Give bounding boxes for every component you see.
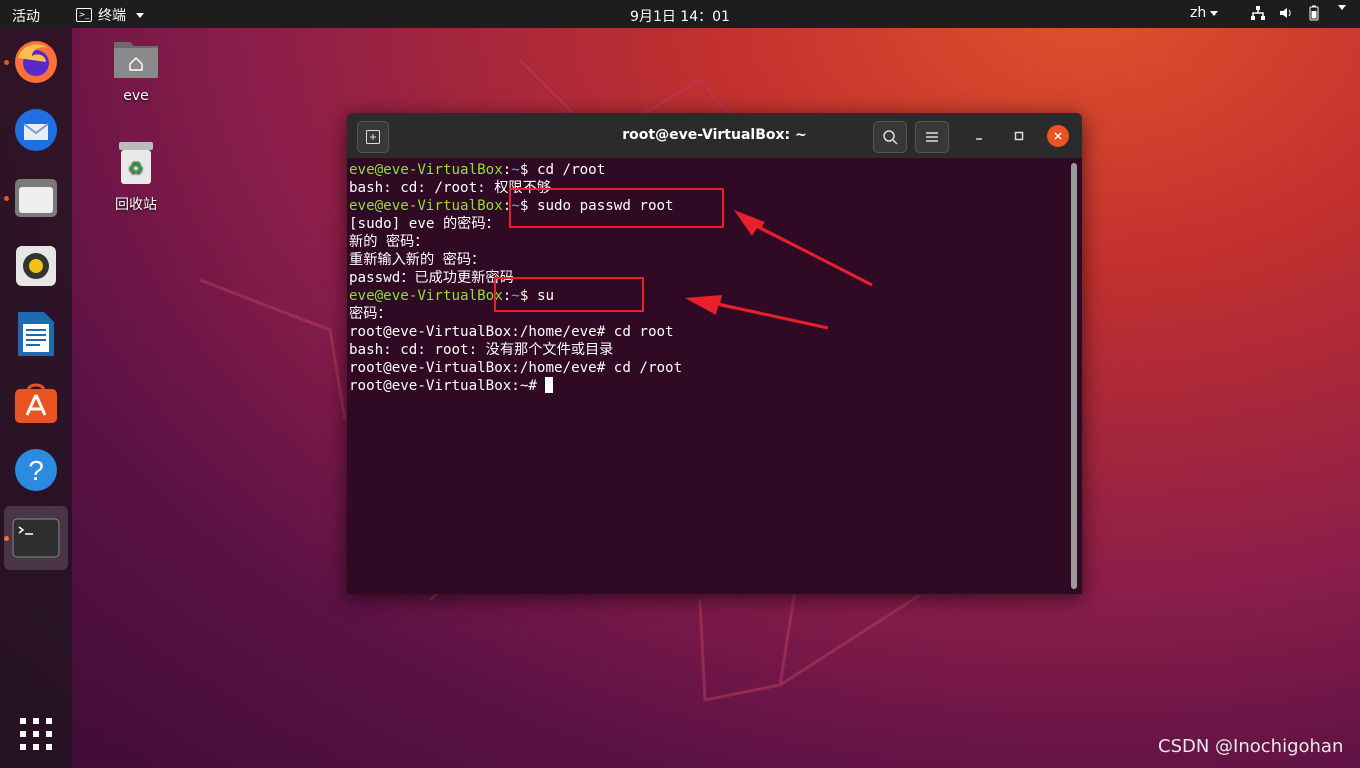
dock-firefox[interactable] <box>10 36 62 88</box>
app-grid-icon <box>20 718 52 750</box>
close-button[interactable] <box>1047 125 1069 147</box>
volume-icon <box>1280 8 1291 18</box>
search-icon <box>883 130 898 145</box>
chevron-down-icon <box>1210 10 1219 16</box>
desktop-trash-label: 回收站 <box>115 197 157 213</box>
minimize-icon <box>976 138 982 140</box>
clock[interactable]: 9月1日 14：01 <box>630 9 730 25</box>
trash-icon: ♻ <box>119 142 153 184</box>
maximize-icon <box>1014 131 1024 141</box>
clock-area: 9月1日 14：01 <box>0 6 1360 26</box>
prompt-path: ~ <box>511 162 520 178</box>
search-button[interactable] <box>873 121 907 153</box>
hamburger-icon <box>926 132 938 142</box>
prompt-user: eve@eve-VirtualBox <box>349 288 503 304</box>
chevron-down-icon <box>136 12 144 18</box>
app-menu[interactable]: >_ 终端 <box>76 5 144 25</box>
show-apps-button[interactable] <box>10 708 62 760</box>
activities-button[interactable]: 活动 <box>12 6 40 26</box>
new-tab-button[interactable] <box>357 121 389 153</box>
desktop-home-folder[interactable]: eve <box>91 36 181 104</box>
desktop-home-label: eve <box>123 88 149 104</box>
terminal-line: eve@eve-VirtualBox:~$ su <box>349 287 1059 305</box>
app-menu-label: 终端 <box>98 8 126 24</box>
terminal-titlebar[interactable]: root@eve-VirtualBox: ~ <box>347 113 1082 158</box>
prompt-user: eve@eve-VirtualBox <box>349 162 503 178</box>
battery-icon <box>1309 5 1319 21</box>
menu-button[interactable] <box>915 121 949 153</box>
dock-terminal[interactable] <box>4 506 68 570</box>
terminal-line: bash: cd: root: 没有那个文件或目录 <box>349 341 1059 359</box>
thunderbird-icon <box>15 109 57 151</box>
line-text: [sudo] eve 的密码： <box>349 216 500 232</box>
prompt-symbol: $ <box>519 162 537 178</box>
rhythmbox-icon <box>16 246 56 286</box>
new-tab-icon <box>366 130 380 144</box>
close-icon <box>1054 132 1062 140</box>
terminal-line: 密码： <box>349 305 1059 323</box>
annotation-box <box>509 188 724 228</box>
network-icon <box>1251 6 1265 20</box>
minimize-button[interactable] <box>967 121 991 151</box>
home-folder-icon <box>114 42 158 78</box>
line-text: root@eve-VirtualBox:~# <box>349 378 546 394</box>
input-method-menu[interactable]: zh <box>1190 5 1219 21</box>
line-text: 密码： <box>349 306 392 322</box>
files-icon <box>15 179 57 217</box>
watermark: CSDN @Inochigohan <box>1158 736 1344 757</box>
running-indicator <box>4 60 9 65</box>
line-text: bash: cd: root: 没有那个文件或目录 <box>349 342 614 358</box>
dock-help[interactable]: ? <box>10 444 62 496</box>
terminal-line: root@eve-VirtualBox:/home/eve# cd root <box>349 323 1059 341</box>
help-icon: ? <box>15 449 57 491</box>
line-text: cd /root <box>536 162 606 178</box>
line-text: 新的 密码： <box>349 234 429 250</box>
dock-software[interactable] <box>10 376 62 428</box>
system-tray[interactable] <box>1250 5 1346 21</box>
terminal-line: root@eve-VirtualBox:~# <box>349 377 1059 395</box>
desktop-trash[interactable]: ♻ 回收站 <box>91 140 181 214</box>
svg-text:?: ? <box>28 455 44 486</box>
line-text: root@eve-VirtualBox:/home/eve# cd root <box>349 324 674 340</box>
text-cursor <box>545 377 554 393</box>
line-text: 重新输入新的 密码： <box>349 252 486 268</box>
line-text: passwd：已成功更新密码 <box>349 270 514 286</box>
terminal-app-icon: >_ <box>76 8 92 22</box>
software-center-icon <box>15 383 57 423</box>
terminal-line: eve@eve-VirtualBox:~$ cd /root <box>349 161 1059 179</box>
terminal-icon <box>12 518 60 558</box>
prompt-separator: : <box>502 162 512 178</box>
dock-thunderbird[interactable] <box>10 104 62 156</box>
firefox-icon <box>15 41 57 83</box>
prompt-user: eve@eve-VirtualBox <box>349 198 503 214</box>
dock: ? <box>0 28 72 768</box>
libreoffice-writer-icon <box>18 312 54 356</box>
top-bar: 活动 >_ 终端 9月1日 14：01 zh <box>0 0 1360 28</box>
language-label: zh <box>1190 5 1207 21</box>
terminal-scrollbar[interactable] <box>1071 163 1077 589</box>
terminal-line: 重新输入新的 密码： <box>349 251 1059 269</box>
line-text: root@eve-VirtualBox:/home/eve# cd /root <box>349 360 683 376</box>
maximize-button[interactable] <box>1007 121 1031 151</box>
dock-rhythmbox[interactable] <box>10 240 62 292</box>
terminal-line: passwd：已成功更新密码 <box>349 269 1059 287</box>
running-indicator <box>4 196 9 201</box>
dock-writer[interactable] <box>10 308 62 360</box>
terminal-line: root@eve-VirtualBox:/home/eve# cd /root <box>349 359 1059 377</box>
annotation-box <box>494 277 644 312</box>
terminal-line: 新的 密码： <box>349 233 1059 251</box>
svg-text:♻: ♻ <box>128 158 144 179</box>
terminal-window: root@eve-VirtualBox: ~ eve@eve-VirtualBo… <box>347 113 1082 594</box>
chevron-down-icon <box>1338 5 1346 10</box>
dock-files[interactable] <box>10 172 62 224</box>
